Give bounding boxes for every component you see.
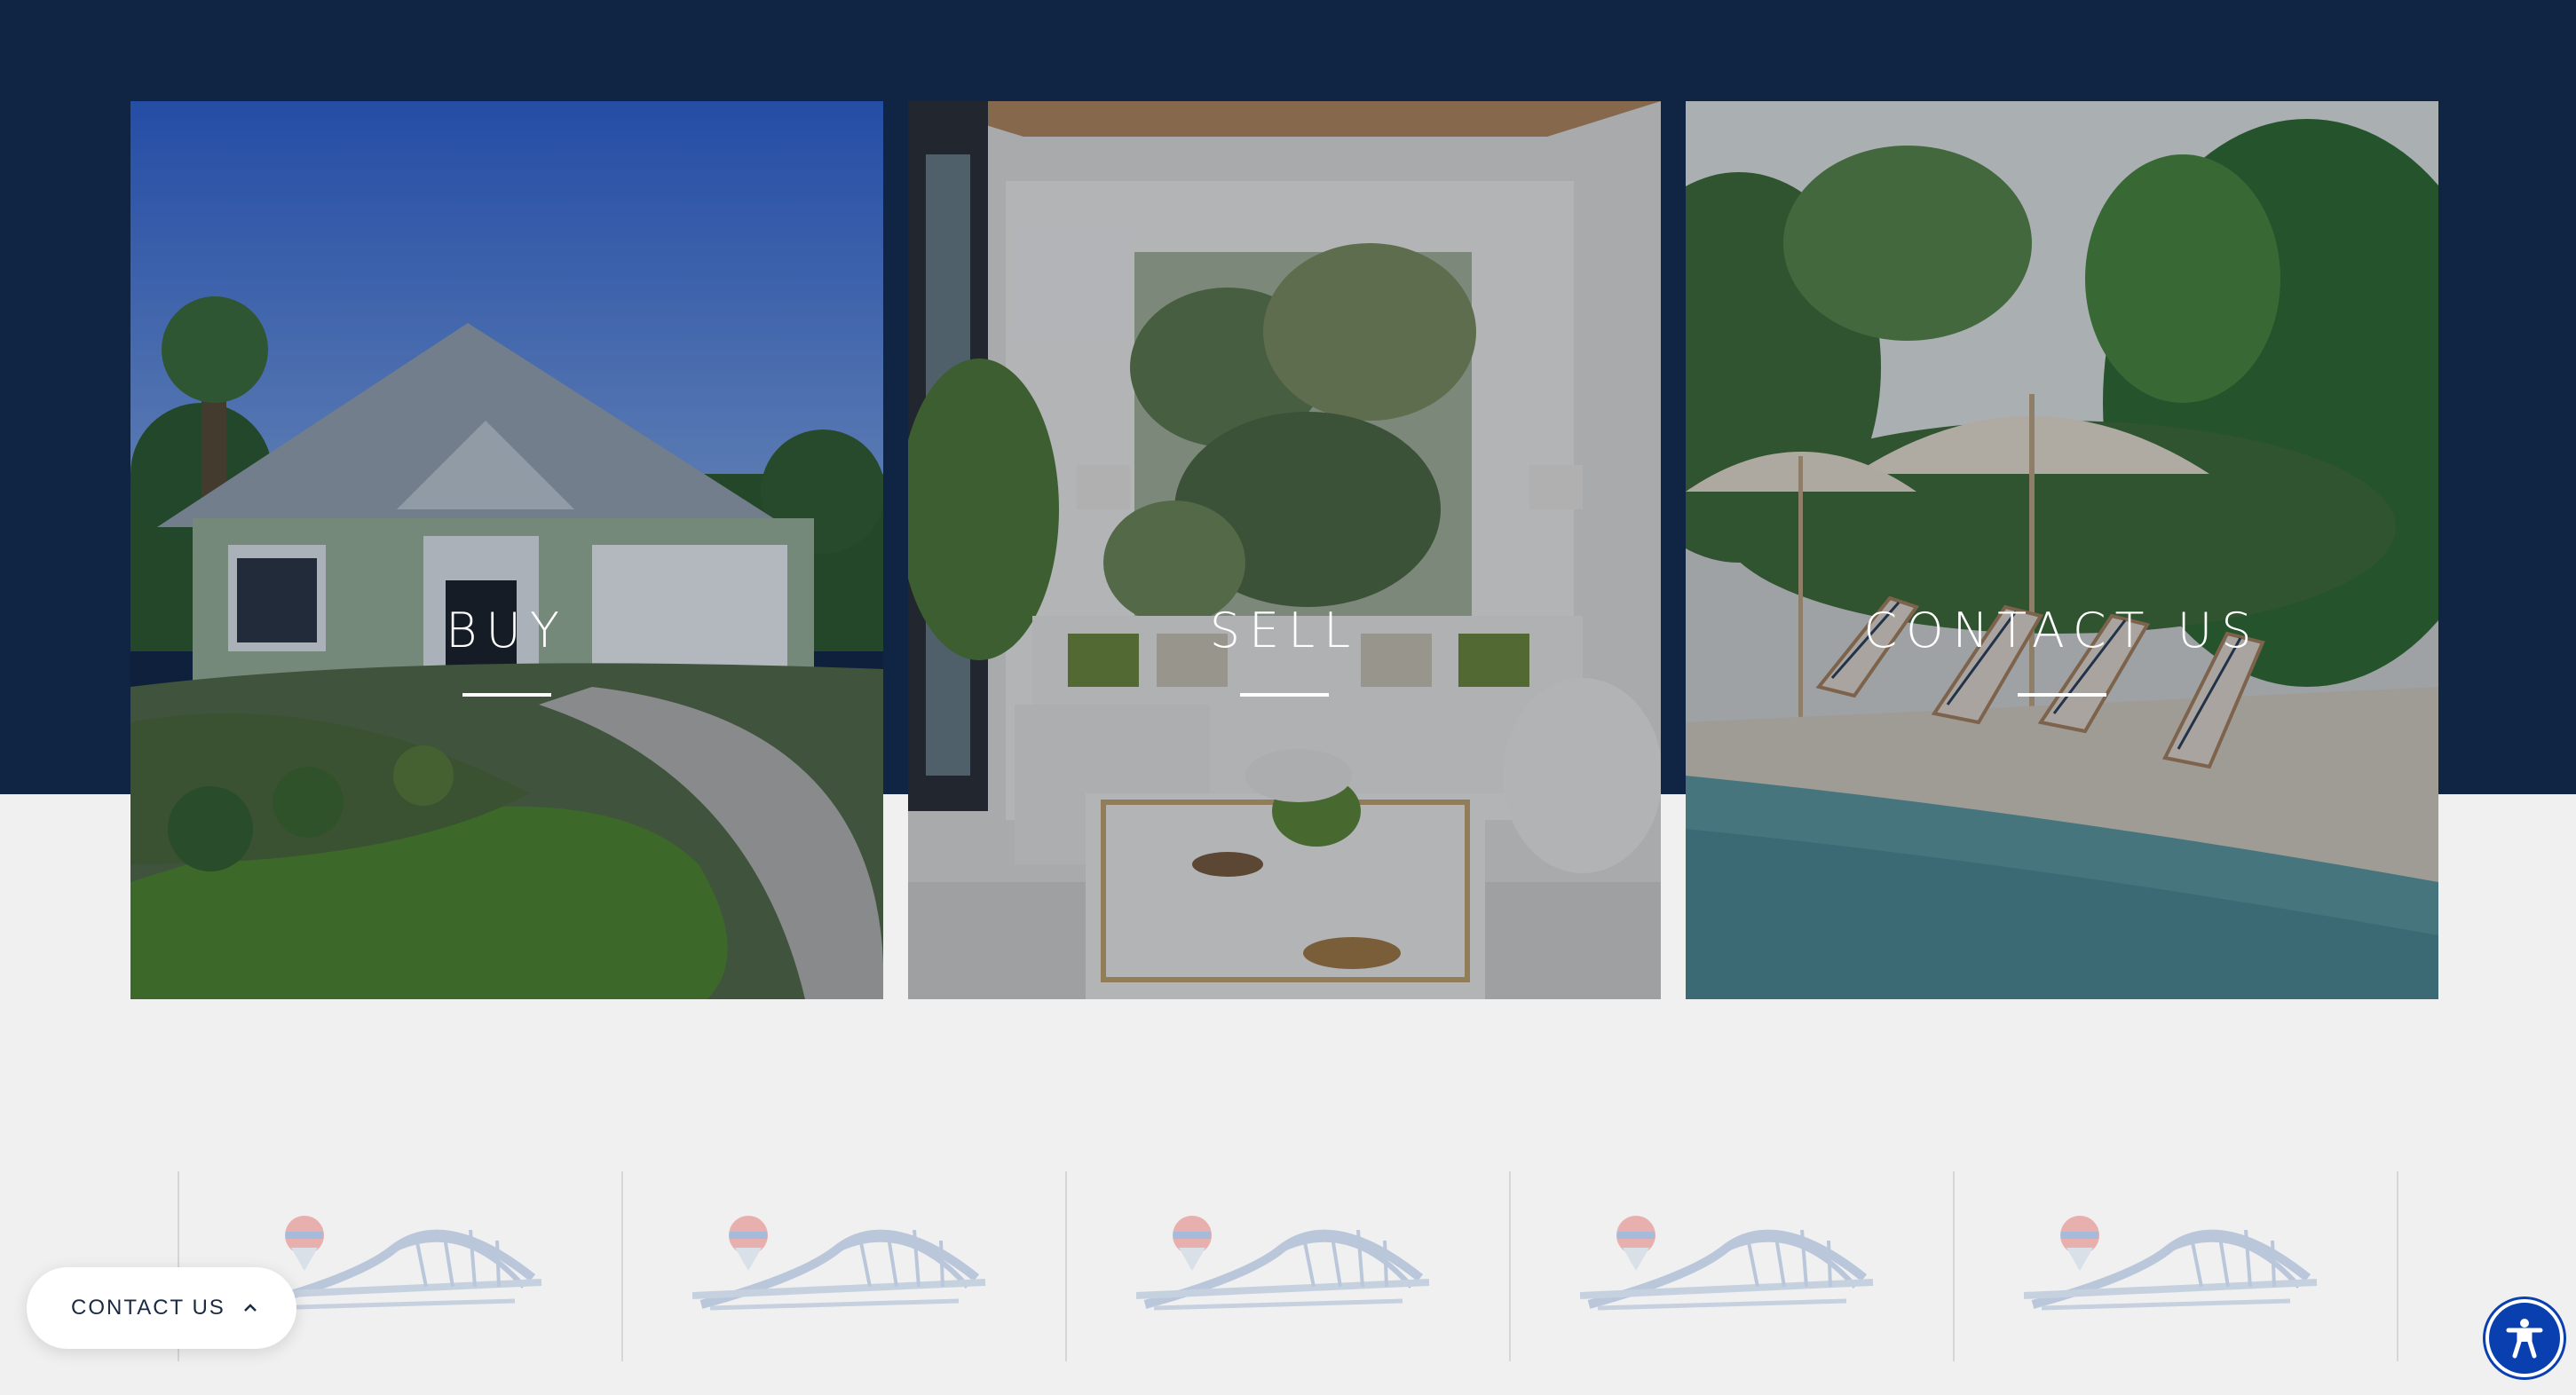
action-cards: BUY SELL CONTACT US <box>130 101 2438 999</box>
accessibility-button[interactable] <box>2485 1299 2564 1377</box>
contact-us-label: CONTACT US <box>71 1296 225 1320</box>
chevron-up-icon <box>243 1304 257 1312</box>
logo-divider <box>1953 1171 1955 1361</box>
card-underline <box>462 693 551 697</box>
card-label: SELL <box>1209 603 1360 658</box>
logo-divider <box>2397 1171 2398 1361</box>
card-overlay <box>130 101 883 999</box>
logo-divider <box>621 1171 623 1361</box>
logo-divider <box>1509 1171 1511 1361</box>
card-overlay <box>908 101 1661 999</box>
logo-divider <box>1065 1171 1067 1361</box>
contact-us-floating-button[interactable]: CONTACT US <box>27 1267 296 1349</box>
card-underline <box>2018 693 2106 697</box>
remax-balloon-bridge-logo <box>1580 1216 1874 1311</box>
buy-card[interactable]: BUY <box>130 101 883 999</box>
partner-logo-strip <box>0 1171 2576 1361</box>
card-label: BUY <box>446 603 568 658</box>
card-label: CONTACT US <box>1863 603 2261 658</box>
card-overlay <box>1686 101 2438 999</box>
remax-balloon-bridge-logo <box>692 1216 986 1311</box>
accessibility-person-icon <box>2506 1319 2543 1359</box>
remax-balloon-bridge-logo <box>1136 1216 1430 1311</box>
contact-us-card[interactable]: CONTACT US <box>1686 101 2438 999</box>
card-underline <box>1240 693 1329 697</box>
sell-card[interactable]: SELL <box>908 101 1661 999</box>
remax-balloon-bridge-logo <box>2024 1216 2318 1311</box>
